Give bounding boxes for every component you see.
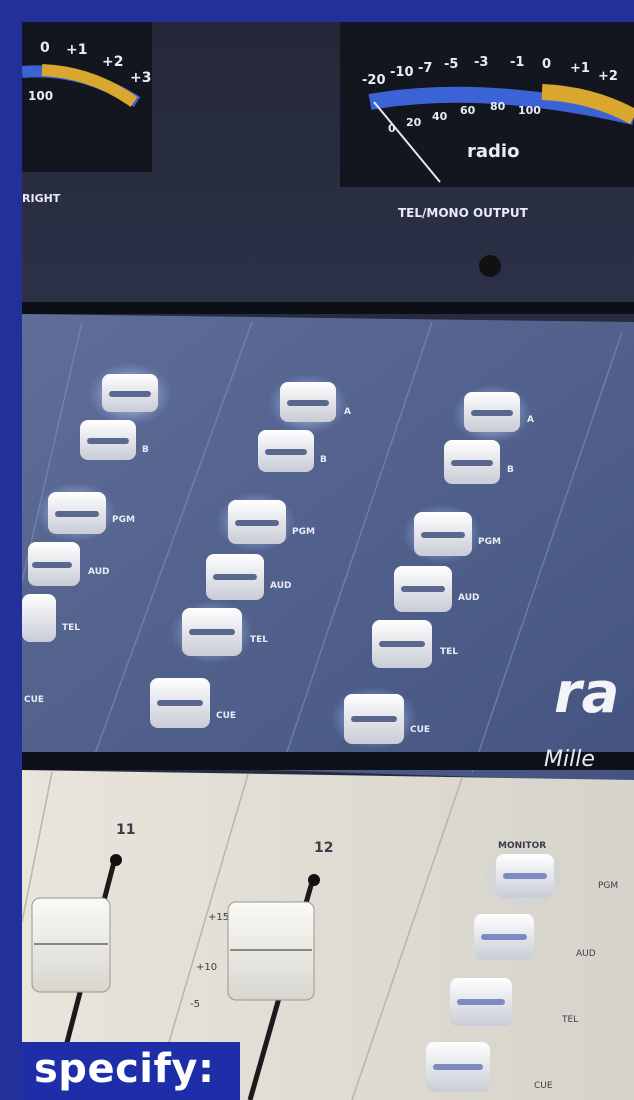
pct-tick-4: 60 bbox=[460, 104, 476, 117]
panel-seam-top bbox=[22, 302, 634, 314]
db-tick-2: -10 bbox=[390, 65, 414, 80]
strip1-b-label: B bbox=[142, 445, 149, 455]
fader-ch12-number: 12 bbox=[314, 840, 333, 856]
strip1-tel-button[interactable] bbox=[22, 594, 56, 642]
strip2-aud-label: AUD bbox=[270, 581, 291, 591]
strip2-tel-label: TEL bbox=[250, 635, 268, 645]
left-meter-tick-0: 0 bbox=[40, 40, 50, 56]
monitor-cue-label: CUE bbox=[534, 1081, 553, 1091]
ch12-led bbox=[308, 874, 320, 886]
pct-tick-5: 80 bbox=[490, 100, 506, 113]
monitor-pgm-label: PGM bbox=[598, 881, 618, 891]
caption-box: specify: bbox=[22, 1042, 240, 1100]
fader-ch11-number: 11 bbox=[116, 822, 135, 838]
fader-mark-1: +15 bbox=[208, 912, 229, 923]
pct-tick-2: 20 bbox=[406, 116, 422, 129]
strip2-b-label: B bbox=[320, 455, 327, 465]
strip2-pgm-label: PGM bbox=[292, 527, 315, 537]
db-tick-5: -3 bbox=[474, 55, 488, 70]
mixing-console-illustration: 0 +1 +2 +3 100 RIGHT -20 -10 -7 -5 -3 -1… bbox=[22, 22, 634, 1100]
strip3-a-label: A bbox=[527, 415, 534, 425]
strip3-b-label: B bbox=[507, 465, 514, 475]
left-meter-tick-3: +3 bbox=[130, 70, 151, 86]
fader-mark-2: +10 bbox=[196, 962, 217, 973]
strip2-a-label: A bbox=[344, 407, 351, 417]
monitor-tel-label: TEL bbox=[561, 1015, 578, 1025]
pct-tick-1: 0 bbox=[388, 122, 396, 135]
strip2-cue-label: CUE bbox=[216, 711, 236, 721]
right-meter-label: TEL/MONO OUTPUT bbox=[398, 206, 529, 220]
strip3-tel-label: TEL bbox=[440, 647, 458, 657]
left-meter-tick-1: +1 bbox=[66, 42, 87, 58]
pct-tick-3: 40 bbox=[432, 110, 448, 123]
db-tick-3: -7 bbox=[418, 61, 432, 76]
ch11-led bbox=[110, 854, 122, 866]
pct-tick-6: 100 bbox=[518, 104, 541, 117]
db-tick-9: +2 bbox=[598, 69, 618, 84]
strip1-cue-label: CUE bbox=[24, 695, 44, 705]
console-model-text: Mille bbox=[544, 747, 595, 772]
strip3-cue-label: CUE bbox=[410, 725, 430, 735]
left-meter-tick-2: +2 bbox=[102, 54, 123, 70]
db-tick-1: -20 bbox=[362, 73, 386, 88]
left-meter-label: RIGHT bbox=[22, 192, 61, 205]
strip3-pgm-label: PGM bbox=[478, 537, 501, 547]
db-tick-4: -5 bbox=[444, 57, 458, 72]
monitor-aud-label: AUD bbox=[576, 949, 596, 959]
console-photo: 0 +1 +2 +3 100 RIGHT -20 -10 -7 -5 -3 -1… bbox=[22, 22, 634, 1100]
strip1-aud-label: AUD bbox=[88, 567, 109, 577]
panel-seam-bottom bbox=[22, 752, 634, 770]
left-meter-pct: 100 bbox=[28, 89, 53, 103]
db-tick-8: +1 bbox=[570, 61, 590, 76]
db-tick-6: -1 bbox=[510, 55, 524, 70]
strip3-aud-label: AUD bbox=[458, 593, 479, 603]
strip1-tel-label: TEL bbox=[62, 623, 80, 633]
fader-mark-3: -5 bbox=[190, 999, 200, 1010]
meter-brand-logo: radio bbox=[467, 141, 519, 162]
panel-screw bbox=[479, 255, 501, 277]
console-brand-logo: ra bbox=[554, 661, 619, 726]
caption-text: specify: bbox=[34, 1046, 215, 1092]
db-tick-7: 0 bbox=[542, 57, 551, 72]
strip1-pgm-label: PGM bbox=[112, 515, 135, 525]
